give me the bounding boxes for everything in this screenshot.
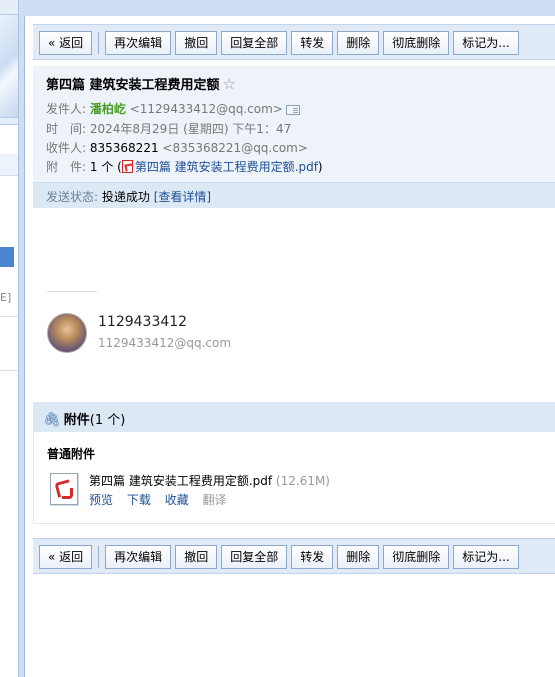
pdf-icon	[121, 160, 133, 173]
preview-link[interactable]: 预览	[89, 493, 113, 507]
reedit-button[interactable]: 再次编辑	[105, 31, 172, 55]
attachment-count: 1 个 (	[89, 160, 122, 174]
status-value: 投递成功	[101, 190, 150, 204]
contact-card-icon[interactable]	[285, 104, 300, 115]
back-button[interactable]: « 返回	[39, 31, 93, 55]
attachment-count-close: )	[317, 160, 323, 174]
attachment-file-name[interactable]: 第四篇 建筑安装工程费用定额.pdf	[89, 474, 272, 488]
sidebar-item-label: E]	[0, 291, 12, 304]
recipient-name[interactable]: 835368221	[90, 141, 159, 155]
attachment-link[interactable]: 第四篇 建筑安装工程费用定额.pdf	[135, 160, 318, 174]
mail-header: 第四篇 建筑安装工程费用定额 ☆ 发件人: 潘柏屹 <1129433412@qq.…	[33, 66, 555, 208]
top-toolbar: « 返回 再次编辑 撤回 回复全部 转发 删除 彻底删除 标记为...	[33, 24, 555, 60]
sidebar-panel	[0, 124, 18, 677]
time-row: 时 间: 2024年8月29日 (星期四) 下午1：47	[46, 120, 291, 137]
attachments-panel: 普通附件 第四篇 建筑安装工程费用定额.pdf (12.61M) 预览 下载 收…	[33, 432, 555, 524]
sidebar-banner	[0, 14, 18, 118]
translate-link[interactable]: 翻译	[203, 493, 227, 507]
mark-as-button[interactable]: 标记为...	[453, 31, 519, 55]
attachment-file: 第四篇 建筑安装工程费用定额.pdf (12.61M)	[89, 472, 330, 489]
delivery-status-bar: 发送状态: 投递成功 [查看详情]	[33, 182, 555, 208]
delete-button[interactable]: 删除	[337, 545, 380, 569]
download-link[interactable]: 下载	[127, 493, 151, 507]
delete-button[interactable]: 删除	[337, 31, 380, 55]
forward-button[interactable]: 转发	[291, 31, 334, 55]
back-button[interactable]: « 返回	[39, 545, 93, 569]
star-icon[interactable]: ☆	[223, 75, 236, 93]
to-label: 收件人:	[46, 141, 87, 155]
delete-permanently-button[interactable]: 彻底删除	[383, 31, 450, 55]
reedit-button[interactable]: 再次编辑	[105, 545, 172, 569]
sender-email[interactable]: <1129433412@qq.com>	[130, 102, 283, 116]
forward-button[interactable]: 转发	[291, 545, 334, 569]
from-row: 发件人: 潘柏屹 <1129433412@qq.com>	[46, 100, 300, 117]
mail-read-pane: « 返回 再次编辑 撤回 回复全部 转发 删除 彻底删除 标记为... 第四篇 建筑安装工程费…	[24, 16, 555, 677]
recall-button[interactable]: 撤回	[175, 31, 218, 55]
delete-permanently-button[interactable]: 彻底删除	[383, 545, 450, 569]
attachments-title: 附件	[63, 413, 90, 428]
attachment-actions: 预览 下载 收藏 翻译	[89, 491, 237, 508]
bottom-toolbar: « 返回 再次编辑 撤回 回复全部 转发 删除 彻底删除 标记为...	[33, 538, 555, 574]
sidebar-item-active[interactable]	[0, 247, 14, 267]
attachment-row: 附 件: 1 个 ( 第四篇 建筑安装工程费用定额.pdf)	[46, 158, 323, 175]
sidebar-divider	[0, 316, 18, 317]
status-label: 发送状态:	[46, 190, 99, 204]
time-value: 2024年8月29日 (星期四) 下午1：47	[89, 122, 292, 136]
reply-all-button[interactable]: 回复全部	[221, 31, 288, 55]
recall-button[interactable]: 撤回	[175, 545, 218, 569]
pdf-file-icon[interactable]	[50, 473, 78, 505]
attachments-count: (1 个)	[89, 413, 126, 428]
sidebar-item[interactable]	[0, 154, 18, 176]
avatar	[47, 313, 87, 353]
attachment-type-label: 普通附件	[47, 447, 96, 461]
sender-name[interactable]: 潘柏屹	[90, 102, 126, 116]
attachment-label: 附 件:	[46, 160, 87, 174]
save-link[interactable]: 收藏	[165, 493, 189, 507]
paperclip-icon: 🖇	[43, 412, 61, 428]
attachments-header: 🖇 附件(1 个)	[33, 402, 555, 432]
from-label: 发件人:	[46, 102, 87, 116]
sidebar-divider	[0, 370, 18, 371]
mark-as-button[interactable]: 标记为...	[453, 545, 519, 569]
toolbar-separator	[98, 546, 100, 568]
reply-all-button[interactable]: 回复全部	[221, 545, 288, 569]
mail-subject: 第四篇 建筑安装工程费用定额 ☆	[46, 74, 236, 93]
signature-name: 1129433412	[98, 314, 188, 330]
recipient-email[interactable]: <835368221@qq.com>	[162, 141, 308, 155]
signature-divider	[47, 291, 97, 292]
time-label: 时 间:	[46, 122, 87, 136]
attachment-file-size: (12.61M)	[275, 474, 330, 488]
to-row: 收件人: 835368221 <835368221@qq.com>	[46, 139, 308, 156]
signature-email: 1129433412@qq.com	[98, 336, 232, 350]
toolbar-separator	[98, 32, 100, 54]
subject-text: 第四篇 建筑安装工程费用定额	[46, 78, 220, 93]
view-details-link[interactable]: [查看详情]	[154, 190, 211, 204]
left-sidebar: E]	[0, 0, 19, 677]
